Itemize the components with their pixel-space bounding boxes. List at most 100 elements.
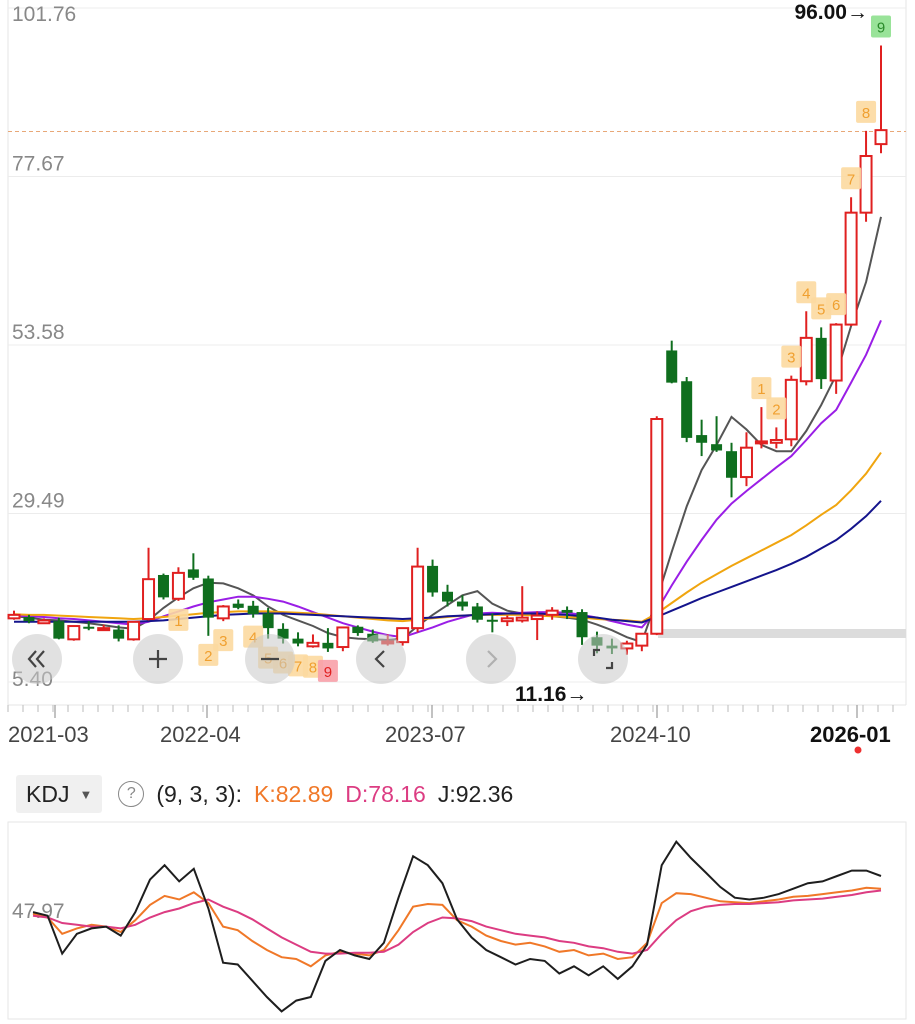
minus-icon (261, 657, 279, 661)
candle-body-down (53, 621, 65, 639)
signal-number: 7 (294, 658, 302, 675)
candle-body-down (322, 642, 334, 649)
candle-body-down (247, 605, 259, 615)
candle-body-up (127, 620, 141, 641)
x-tick-label: 2021-03 (8, 722, 89, 747)
kdj-axis-label: 47.97 (12, 900, 65, 923)
candle-body-down (427, 565, 439, 593)
candle-body-up (336, 626, 350, 649)
zoom-in-button[interactable] (133, 634, 183, 684)
candle-body-up (545, 609, 559, 616)
candle-body-down (262, 613, 274, 629)
plus-icon (149, 650, 167, 668)
candle-body-down (23, 616, 35, 622)
fullscreen-corners-icon (592, 648, 614, 670)
signal-number: 1 (174, 613, 182, 630)
candle-body-down (157, 574, 169, 598)
candle-body-down (456, 601, 468, 607)
candle-body-up (829, 323, 843, 382)
candle-body-up (67, 625, 81, 641)
y-tick-label: 53.58 (12, 321, 65, 344)
signal-number: 9 (877, 19, 885, 36)
candle-body-up (515, 616, 529, 622)
y-tick-label: 29.49 (12, 490, 65, 513)
chevron-right-icon (487, 650, 498, 668)
signal-number: 1 (757, 381, 765, 398)
question-circle-icon[interactable]: ? (118, 781, 145, 807)
k-value: K:82.89 (253, 780, 334, 807)
signal-number: 2 (204, 648, 212, 665)
candle-body-up (7, 613, 21, 620)
candle-body-up (171, 571, 185, 600)
signal-number: 8 (309, 660, 317, 677)
candle-body-up (306, 641, 320, 648)
signal-number: 5 (817, 301, 825, 318)
candle-body-up (844, 211, 858, 326)
candle-body-down (232, 603, 244, 608)
signal-number: 9 (324, 664, 332, 681)
indicator-params: (9, 3, 3): (156, 780, 242, 807)
d-value: D:78.16 (345, 780, 426, 807)
signal-number: 7 (847, 171, 855, 188)
candle-body-up (769, 438, 783, 444)
candle-body-up (784, 378, 798, 441)
candle-body-down (815, 337, 827, 380)
candle-body-down (711, 444, 723, 451)
candle-body-up (799, 336, 813, 383)
candle-body-down (442, 591, 453, 602)
min-price-label: 11.16→ (515, 683, 587, 706)
y-tick-label: 77.67 (12, 153, 65, 176)
candle-body-up (37, 619, 51, 625)
candle-body-up (874, 129, 888, 146)
candle-body-down (726, 451, 738, 478)
candle-body-up (739, 446, 753, 479)
candle-body-up (859, 155, 873, 214)
candle-body-up (530, 614, 544, 621)
scroll-left-button[interactable] (356, 634, 406, 684)
indicator-header: KDJ ▼ ? (9, 3, 3): K:82.89 D:78.16 J:92.… (0, 766, 915, 822)
candle-body-down (113, 629, 125, 639)
scroll-to-start-button[interactable] (12, 634, 62, 684)
scroll-right-button[interactable] (466, 634, 516, 684)
candle-body-down (83, 626, 95, 629)
candle-body-down (471, 606, 483, 620)
double-chevron-left-icon (27, 650, 45, 668)
candle-body-down (187, 569, 199, 578)
candle-body-up (97, 627, 111, 632)
x-tick-label: 2023-07 (385, 722, 466, 747)
signal-number: 8 (862, 105, 870, 122)
candle-body-down (681, 381, 693, 438)
dropdown-triangle-icon: ▼ (79, 786, 93, 802)
price-axis-labels: 101.7677.6753.5829.495.40 (12, 3, 76, 691)
candle-body-up (754, 440, 768, 445)
candle-body-up (216, 605, 230, 620)
candle-body-down (202, 578, 214, 618)
chevron-left-icon (374, 650, 385, 668)
today-dot (854, 746, 862, 754)
range-marker-bar (658, 629, 906, 638)
candle-body-up (650, 418, 664, 635)
candle-body-down (292, 638, 304, 644)
signal-number: 6 (832, 297, 840, 314)
x-tick-label: 2026-01 (810, 722, 891, 747)
candle-body-down (696, 435, 708, 443)
zoom-out-button[interactable] (245, 634, 295, 684)
signal-number: 2 (772, 401, 780, 418)
signal-number: 3 (787, 350, 795, 367)
x-tick-label: 2024-10 (610, 722, 691, 747)
max-price-label: 96.00→ (794, 1, 868, 24)
chart-canvas[interactable]: 101.7677.6753.5829.495.40 2021-032022-04… (0, 0, 915, 1024)
candlesticks (7, 45, 888, 655)
y-tick-label: 101.76 (12, 3, 76, 26)
kdj-lines (32, 840, 882, 1013)
time-axis: 2021-03 2022-04 2023-07 2024-10 2026-01 (7, 705, 894, 747)
indicator-name: KDJ (26, 780, 70, 807)
candle-body-down (352, 626, 364, 634)
signal-number: 4 (802, 285, 810, 302)
fullscreen-button[interactable] (578, 634, 628, 684)
candle-body-down (486, 619, 498, 622)
candle-body-up (500, 617, 514, 623)
candle-body-down (561, 609, 573, 613)
signal-number: 3 (219, 633, 227, 650)
indicator-selector[interactable]: KDJ ▼ (16, 775, 103, 813)
